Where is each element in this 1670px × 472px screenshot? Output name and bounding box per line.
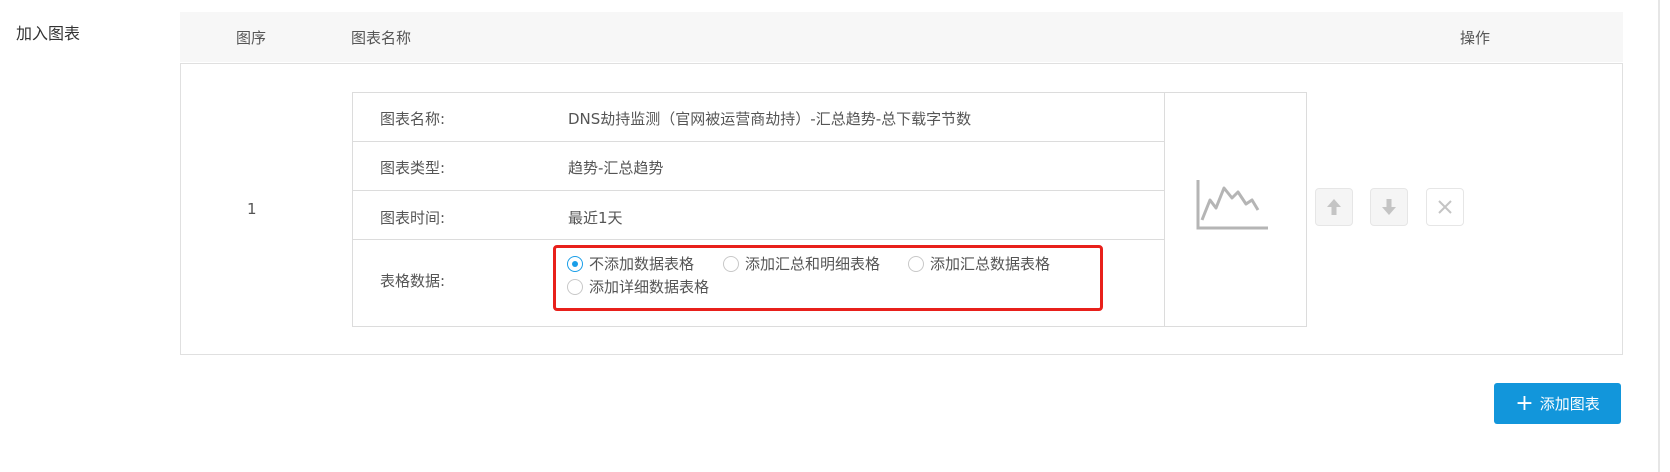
- radio-checked-icon: [567, 255, 583, 272]
- info-row-name: 图表名称: DNS劫持监测（官网被运营商劫持）-汇总趋势-总下载字节数: [353, 93, 1164, 142]
- radio-unchecked-icon: [723, 255, 739, 272]
- radio-label: 添加汇总和明细表格: [745, 255, 881, 273]
- info-row-time: 图表时间: 最近1天: [353, 191, 1164, 240]
- radio-summary-and-detail[interactable]: 添加汇总和明细表格: [723, 253, 880, 274]
- move-up-button[interactable]: [1315, 188, 1353, 226]
- chart-preview: [1164, 92, 1307, 327]
- row-index: 1: [247, 200, 257, 218]
- radio-no-table[interactable]: 不添加数据表格: [567, 253, 694, 274]
- table-row: 1 图表名称: DNS劫持监测（官网被运营商劫持）-汇总趋势-总下载字节数 图表…: [180, 63, 1623, 355]
- chart-type-label: 图表类型:: [380, 159, 446, 177]
- add-chart-label: 添加图表: [1539, 395, 1600, 413]
- chart-time-value: 最近1天: [568, 209, 623, 227]
- table-data-label: 表格数据:: [380, 272, 446, 290]
- radio-label: 添加汇总数据表格: [930, 255, 1051, 273]
- table-header: 图序 图表名称 操作: [180, 12, 1623, 62]
- chart-time-label: 图表时间:: [380, 209, 446, 227]
- radio-label: 添加详细数据表格: [589, 278, 710, 296]
- radio-label: 不添加数据表格: [589, 255, 695, 273]
- chart-name-label: 图表名称:: [380, 110, 446, 128]
- radio-unchecked-icon: [567, 278, 583, 295]
- chart-type-value: 趋势-汇总趋势: [568, 159, 664, 177]
- chart-info-table: 图表名称: DNS劫持监测（官网被运营商劫持）-汇总趋势-总下载字节数 图表类型…: [352, 92, 1165, 327]
- table-data-radio-group: 不添加数据表格 添加汇总和明细表格 添加汇总数据表格 添加详细数据表格: [553, 245, 1103, 311]
- arrow-up-icon: [1327, 199, 1341, 215]
- delete-button[interactable]: [1426, 188, 1464, 226]
- radio-detail-table[interactable]: 添加详细数据表格: [567, 276, 709, 297]
- close-icon: [1438, 200, 1452, 214]
- header-order: 图序: [236, 29, 267, 47]
- scrollbar[interactable]: [1658, 0, 1660, 472]
- plus-icon: +: [1515, 390, 1534, 416]
- header-chart-name: 图表名称: [351, 29, 412, 47]
- arrow-down-icon: [1382, 199, 1396, 215]
- line-chart-icon: [1196, 180, 1268, 230]
- add-chart-button[interactable]: + 添加图表: [1494, 383, 1621, 424]
- info-row-type: 图表类型: 趋势-汇总趋势: [353, 142, 1164, 191]
- radio-unchecked-icon: [908, 255, 924, 272]
- section-label: 加入图表: [16, 24, 81, 43]
- chart-name-value: DNS劫持监测（官网被运营商劫持）-汇总趋势-总下载字节数: [568, 110, 972, 128]
- move-down-button[interactable]: [1370, 188, 1408, 226]
- radio-summary-table[interactable]: 添加汇总数据表格: [908, 253, 1050, 274]
- info-row-data: 表格数据: 不添加数据表格 添加汇总和明细表格 添加汇总数据表格 添加详细数据表…: [353, 240, 1164, 326]
- header-operations: 操作: [1460, 29, 1491, 47]
